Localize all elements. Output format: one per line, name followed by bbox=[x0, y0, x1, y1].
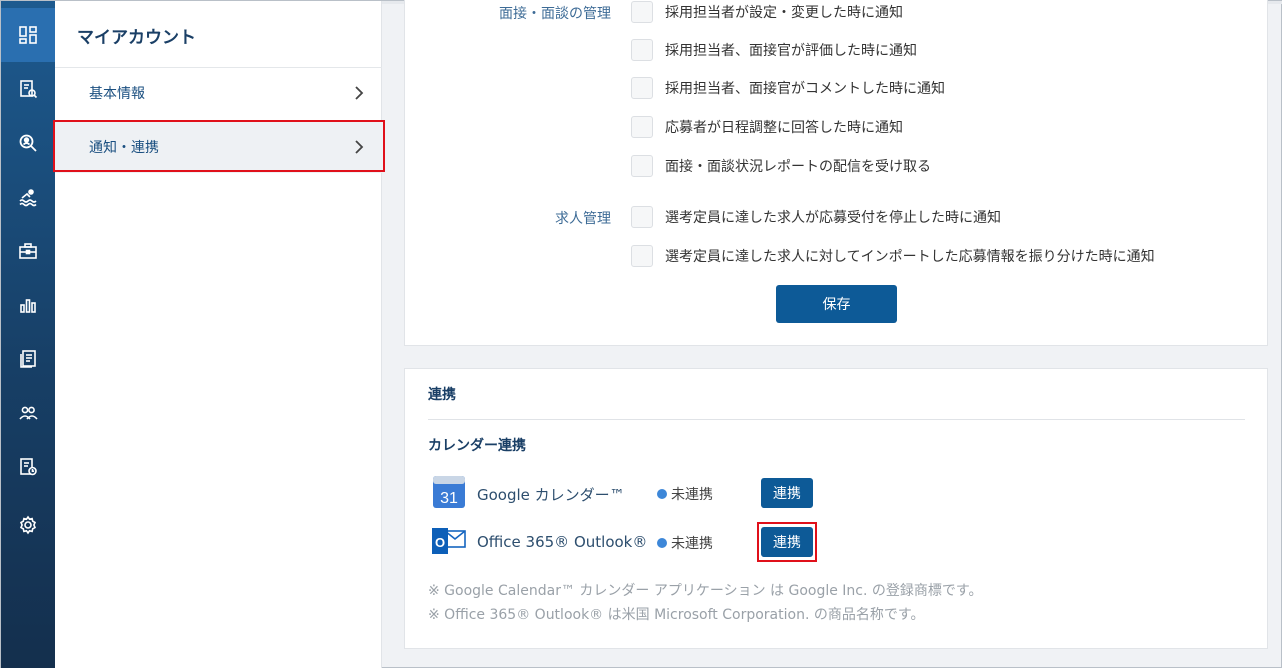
receipt-icon[interactable] bbox=[1, 332, 55, 386]
settings-gear-icon[interactable] bbox=[1, 498, 55, 552]
dashboard-icon[interactable] bbox=[1, 8, 55, 62]
sidebar-item-label: 基本情報 bbox=[89, 86, 145, 102]
document-search-icon[interactable] bbox=[1, 62, 55, 116]
notify-checkbox[interactable] bbox=[631, 39, 653, 61]
link-google-button[interactable]: 連携 bbox=[761, 478, 813, 508]
integration-title: 連携 bbox=[428, 387, 456, 403]
trademark-note: ※ Office 365® Outlook® は米国 Microsoft Cor… bbox=[428, 607, 925, 623]
check-row: 選考定員に達した求人が応募受付を停止した時に通知 bbox=[631, 206, 1001, 228]
swimmer-icon[interactable] bbox=[1, 170, 55, 224]
check-label: 採用担当者、面接官が評価した時に通知 bbox=[665, 43, 917, 59]
check-row: 採用担当者、面接官が評価した時に通知 bbox=[631, 39, 917, 61]
interview-management-label: 面接・面談の管理 bbox=[499, 6, 611, 22]
check-row: 選考定員に達した求人に対してインポートした応募情報を振り分けた時に通知 bbox=[631, 245, 1155, 267]
notify-checkbox[interactable] bbox=[631, 77, 653, 99]
check-label: 選考定員に達した求人が応募受付を停止した時に通知 bbox=[665, 210, 1001, 226]
notify-checkbox[interactable] bbox=[631, 206, 653, 228]
check-label: 採用担当者、面接官がコメントした時に通知 bbox=[665, 81, 945, 97]
bar-chart-icon[interactable] bbox=[1, 278, 55, 332]
sidebar-title: マイアカウント bbox=[77, 28, 196, 48]
users-icon[interactable] bbox=[1, 386, 55, 440]
trademark-note: ※ Google Calendar™ カレンダー アプリケーション は Goog… bbox=[428, 583, 983, 599]
status-dot-icon bbox=[657, 538, 667, 548]
google-calendar-icon: 31 bbox=[433, 476, 465, 508]
status-outlook: 未連携 bbox=[657, 533, 713, 553]
service-name-outlook: Office 365® Outlook® bbox=[477, 533, 648, 551]
check-label: 採用担当者が設定・変更した時に通知 bbox=[665, 5, 903, 21]
save-button[interactable]: 保存 bbox=[776, 285, 897, 323]
icon-rail bbox=[1, 1, 55, 668]
check-row: 面接・面談状況レポートの配信を受け取る bbox=[631, 155, 931, 177]
status-text: 未連携 bbox=[671, 487, 713, 503]
document-clock-icon[interactable] bbox=[1, 440, 55, 494]
check-label: 選考定員に達した求人に対してインポートした応募情報を振り分けた時に通知 bbox=[665, 249, 1155, 265]
status-text: 未連携 bbox=[671, 536, 713, 552]
notify-checkbox[interactable] bbox=[631, 116, 653, 138]
sidebar-item-basic-info[interactable]: 基本情報 bbox=[55, 67, 382, 119]
status-google: 未連携 bbox=[657, 484, 713, 504]
chevron-right-icon bbox=[355, 140, 364, 154]
svg-text:O: O bbox=[435, 535, 445, 550]
notify-checkbox[interactable] bbox=[631, 1, 653, 23]
sidebar-item-notification-integration[interactable]: 通知・連携 bbox=[55, 121, 382, 173]
svg-text:31: 31 bbox=[440, 490, 458, 507]
account-sidebar: マイアカウント 基本情報 通知・連携 bbox=[55, 1, 382, 668]
service-name-google: Google カレンダー™ bbox=[477, 486, 625, 504]
chevron-right-icon bbox=[355, 86, 364, 100]
calendar-integration-title: カレンダー連携 bbox=[428, 438, 526, 454]
briefcase-icon[interactable] bbox=[1, 224, 55, 278]
link-outlook-button[interactable]: 連携 bbox=[761, 527, 813, 557]
sidebar-item-label: 通知・連携 bbox=[89, 140, 159, 156]
check-row: 採用担当者、面接官がコメントした時に通知 bbox=[631, 77, 945, 99]
check-label: 面接・面談状況レポートの配信を受け取る bbox=[665, 159, 931, 175]
check-row: 応募者が日程調整に回答した時に通知 bbox=[631, 116, 903, 138]
integration-divider bbox=[428, 419, 1245, 420]
notify-checkbox[interactable] bbox=[631, 245, 653, 267]
outlook-icon: O bbox=[432, 528, 466, 554]
check-row: 採用担当者が設定・変更した時に通知 bbox=[631, 1, 903, 23]
check-label: 応募者が日程調整に回答した時に通知 bbox=[665, 120, 903, 136]
job-management-label: 求人管理 bbox=[555, 211, 611, 227]
status-dot-icon bbox=[657, 489, 667, 499]
magnifier-user-icon[interactable] bbox=[1, 116, 55, 170]
notify-checkbox[interactable] bbox=[631, 155, 653, 177]
